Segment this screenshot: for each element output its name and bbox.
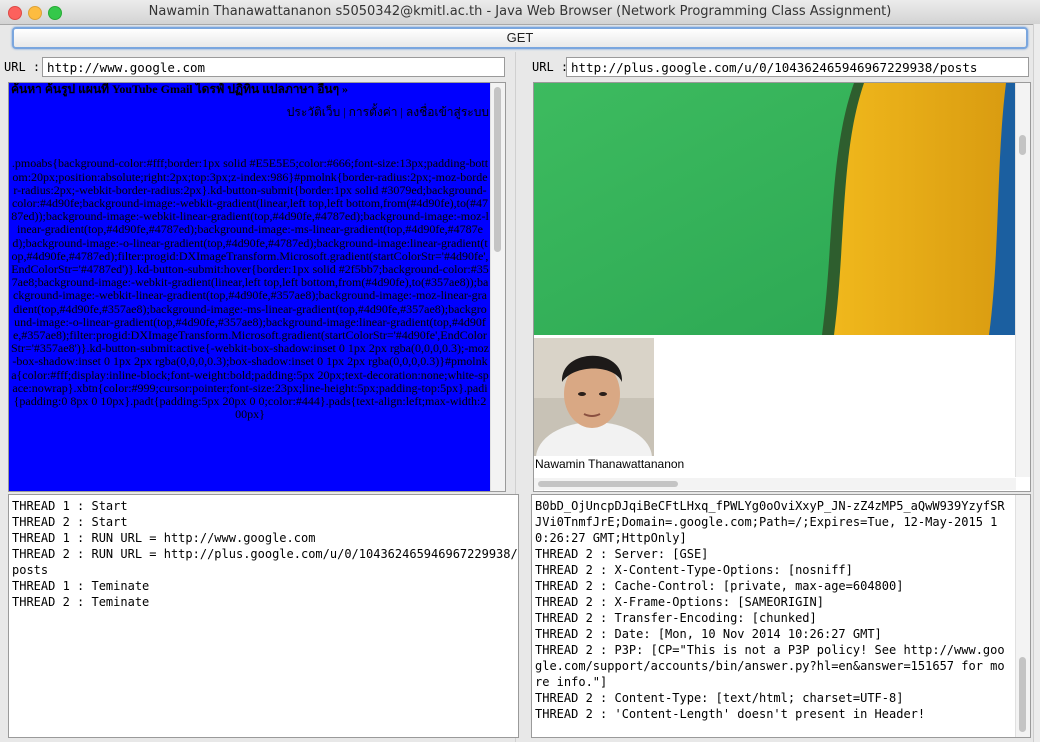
right-log-pane[interactable]: B0bD_OjUncpDJqiBeCFtLHxq_fPWLYg0oOviXxyP… bbox=[531, 494, 1031, 738]
right-page-hscroll-thumb[interactable] bbox=[538, 481, 678, 487]
left-log-pane[interactable]: THREAD 1 : Start THREAD 2 : Start THREAD… bbox=[8, 494, 519, 738]
window-edge bbox=[1033, 24, 1040, 742]
profile-name[interactable]: Nawamin Thanawattananon bbox=[535, 457, 684, 471]
log-line: THREAD 2 : P3P: [CP="This is not a P3P p… bbox=[535, 643, 1005, 689]
right-page-hscrollbar[interactable] bbox=[534, 478, 1016, 490]
right-page-scroll-thumb[interactable] bbox=[1019, 135, 1026, 155]
right-log-scroll-thumb[interactable] bbox=[1019, 657, 1026, 732]
log-line: THREAD 2 : X-Frame-Options: [SAMEORIGIN] bbox=[535, 595, 824, 609]
log-line: THREAD 1 : RUN URL = http://www.google.c… bbox=[12, 531, 316, 545]
right-page-scrollbar[interactable] bbox=[1015, 83, 1030, 477]
google-account-links[interactable]: ประวัติเว็บ | การตั้งค่า | ลงชื่อเข้าสู่… bbox=[9, 106, 491, 119]
log-line: B0bD_OjUncpDJqiBeCFtLHxq_fPWLYg0oOviXxyP… bbox=[535, 499, 1005, 545]
raw-css-text: .pmoabs{background-color:#fff;border:1px… bbox=[11, 156, 489, 422]
right-log-scrollbar[interactable] bbox=[1015, 495, 1030, 737]
log-line: THREAD 2 : RUN URL = http://plus.google.… bbox=[12, 547, 518, 577]
profile-avatar[interactable] bbox=[534, 338, 654, 456]
left-log: THREAD 1 : Start THREAD 2 : Start THREAD… bbox=[9, 495, 518, 610]
avatar-image bbox=[534, 338, 654, 456]
left-page-scroll-thumb[interactable] bbox=[494, 87, 501, 252]
left-url-label: URL : bbox=[4, 60, 41, 74]
log-line: THREAD 2 : Date: [Mon, 10 Nov 2014 10:26… bbox=[535, 627, 882, 641]
log-line: THREAD 2 : Content-Type: [text/html; cha… bbox=[535, 691, 904, 705]
cover-photo-image bbox=[534, 83, 1016, 335]
log-line: THREAD 1 : Teminate bbox=[12, 579, 150, 593]
left-page-view[interactable]: ค้นหา ค้นรูป แผนที่ YouTube Gmail ไดรฟ์ … bbox=[8, 82, 506, 492]
left-page-content: ค้นหา ค้นรูป แผนที่ YouTube Gmail ไดรฟ์ … bbox=[9, 83, 491, 491]
right-page-view[interactable]: Nawamin Thanawattananon bbox=[533, 82, 1031, 492]
left-page-scrollbar[interactable] bbox=[490, 83, 505, 491]
log-line: THREAD 2 : 'Content-Length' doesn't pres… bbox=[535, 707, 926, 721]
left-url-input[interactable]: http://www.google.com bbox=[42, 57, 505, 77]
log-line: THREAD 2 : X-Content-Type-Options: [nosn… bbox=[535, 563, 853, 577]
log-line: THREAD 2 : Transfer-Encoding: [chunked] bbox=[535, 611, 817, 625]
get-button[interactable]: GET bbox=[12, 27, 1028, 49]
log-line: THREAD 2 : Teminate bbox=[12, 595, 150, 609]
log-line: THREAD 2 : Cache-Control: [private, max-… bbox=[535, 579, 904, 593]
right-url-input[interactable]: http://plus.google.com/u/0/1043624659469… bbox=[566, 57, 1029, 77]
right-url-label: URL : bbox=[532, 60, 569, 74]
cover-photo bbox=[534, 83, 1016, 335]
title-bar: Nawamin Thanawattananon s5050342@kmitl.a… bbox=[0, 0, 1040, 25]
log-line: THREAD 2 : Server: [GSE] bbox=[535, 547, 709, 561]
google-nav-links[interactable]: ค้นหา ค้นรูป แผนที่ YouTube Gmail ไดรฟ์ … bbox=[9, 83, 491, 96]
right-log: B0bD_OjUncpDJqiBeCFtLHxq_fPWLYg0oOviXxyP… bbox=[532, 495, 1011, 722]
log-line: THREAD 2 : Start bbox=[12, 515, 128, 529]
log-line: THREAD 1 : Start bbox=[12, 499, 128, 513]
window-title: Nawamin Thanawattananon s5050342@kmitl.a… bbox=[148, 4, 892, 19]
